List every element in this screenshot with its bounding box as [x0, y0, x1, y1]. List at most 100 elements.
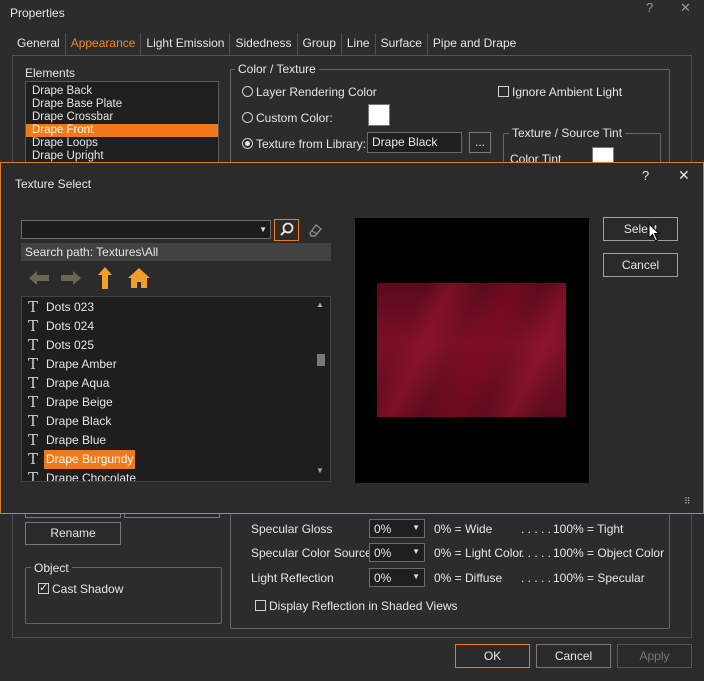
search-combo[interactable]: ▼ [21, 220, 271, 239]
tab-bar: General Appearance Light Emission Sidedn… [12, 33, 521, 55]
search-button[interactable] [274, 219, 299, 241]
texture-select-dialog: Texture Select ? ✕ ▼ Search path: Textur… [0, 162, 704, 514]
arrow-right-icon[interactable] [59, 269, 83, 287]
color-texture-legend: Color / Texture [235, 62, 319, 76]
display-reflection-label: Display Reflection in Shaded Views [269, 599, 458, 613]
scroll-down-icon[interactable]: ▼ [316, 466, 324, 475]
list-item[interactable]: T Drape Black [22, 412, 330, 431]
custom-color-label: Custom Color: [256, 111, 333, 125]
list-item[interactable]: T Drape Blue [22, 431, 330, 450]
color-tint-swatch[interactable] [592, 147, 614, 163]
texture-t-icon: T [28, 355, 39, 373]
list-item[interactable]: T Drape Beige [22, 393, 330, 412]
scroll-up-icon[interactable]: ▲ [316, 300, 324, 309]
select-button[interactable]: Select [603, 217, 678, 241]
chevron-down-icon: ▼ [412, 572, 420, 581]
list-item-label: Dots 023 [46, 300, 95, 314]
clear-search-button[interactable] [302, 219, 327, 241]
tab-line[interactable]: Line [342, 33, 376, 55]
texture-from-library-radio[interactable] [242, 138, 253, 149]
elements-label: Elements [25, 66, 76, 80]
list-item[interactable]: T Drape Amber [22, 355, 330, 374]
help-button[interactable]: ? [646, 0, 653, 15]
specular-gloss-combo[interactable]: 0% ▼ [369, 519, 425, 538]
texture-t-icon: T [28, 431, 39, 449]
list-item-selected[interactable]: T Drape Burgundy [22, 450, 330, 469]
elements-list[interactable]: Drape Back Drape Base Plate Drape Crossb… [25, 81, 219, 165]
custom-color-radio[interactable] [242, 112, 253, 123]
custom-color-swatch[interactable] [368, 104, 390, 126]
list-item-drape-base-plate[interactable]: Drape Base Plate [26, 98, 218, 111]
specular-gloss-high: 100% = Tight [553, 522, 624, 536]
texture-list-scrollbar[interactable]: ▲ ▼ [313, 298, 329, 480]
specular-color-source-value: 0% [374, 546, 392, 560]
specular-gloss-low: 0% = Wide [434, 522, 493, 536]
arrow-left-icon[interactable] [27, 269, 51, 287]
window-title: Properties [10, 6, 65, 20]
texture-name-field[interactable]: Drape Black [367, 132, 462, 153]
dialog-help-button[interactable]: ? [642, 168, 649, 183]
layer-rendering-color-radio[interactable] [242, 86, 253, 97]
list-item-label: Drape Aqua [46, 376, 110, 390]
arrow-up-icon[interactable] [97, 266, 113, 290]
resize-grip-icon[interactable]: ⠿ [684, 496, 691, 507]
list-item-label: Drape Beige [46, 395, 113, 409]
tab-surface[interactable]: Surface [376, 33, 428, 55]
light-reflection-dots: . . . . . [521, 571, 552, 585]
tab-pipe-and-drape[interactable]: Pipe and Drape [428, 33, 521, 55]
specular-gloss-label: Specular Gloss [251, 522, 333, 536]
tab-appearance[interactable]: Appearance [66, 33, 142, 55]
cast-shadow-label: Cast Shadow [52, 582, 124, 596]
object-legend: Object [31, 561, 72, 575]
texture-t-icon: T [28, 412, 39, 430]
dialog-title: Texture Select [15, 177, 92, 191]
list-item[interactable]: T Dots 023 [22, 298, 330, 317]
dialog-close-button[interactable]: ✕ [678, 167, 690, 184]
specular-color-source-combo[interactable]: 0% ▼ [369, 543, 425, 562]
light-reflection-value: 0% [374, 571, 392, 585]
nav-toolbar [21, 261, 331, 295]
specular-color-source-dots: . . . . . [521, 546, 552, 560]
texture-list[interactable]: T Dots 023 T Dots 024 T Dots 025 T Drape Amb… [21, 296, 331, 482]
list-item-label: Drape Blue [46, 433, 107, 447]
list-item[interactable]: T Drape Aqua [22, 374, 330, 393]
tab-light-emission[interactable]: Light Emission [141, 33, 231, 55]
light-reflection-low: 0% = Diffuse [434, 571, 503, 585]
list-item-drape-crossbar[interactable]: Drape Crossbar [26, 111, 218, 124]
list-item[interactable]: T Drape Chocolate [22, 469, 330, 482]
specular-color-source-high: 100% = Object Color [553, 546, 665, 560]
mouse-cursor-icon [648, 223, 661, 242]
chevron-down-icon: ▼ [259, 225, 267, 234]
rename-button[interactable]: Rename [25, 522, 121, 545]
home-icon[interactable] [127, 266, 151, 290]
list-item[interactable]: T Dots 024 [22, 317, 330, 336]
list-item-label: Drape Burgundy [44, 450, 136, 469]
list-item-drape-loops[interactable]: Drape Loops [26, 137, 218, 150]
texture-t-icon: T [28, 469, 39, 482]
texture-t-icon: T [28, 336, 39, 354]
cancel-button[interactable]: Cancel [536, 644, 611, 668]
texture-t-icon: T [28, 317, 39, 335]
specular-color-source-label: Specular Color Source [251, 546, 372, 560]
display-reflection-checkbox[interactable] [255, 600, 266, 611]
cast-shadow-checkbox[interactable] [38, 581, 49, 594]
texture-t-icon: T [28, 450, 39, 468]
ok-button[interactable]: OK [455, 644, 530, 668]
tab-group[interactable]: Group [298, 33, 342, 55]
close-button[interactable]: ✕ [680, 0, 691, 16]
list-item[interactable]: T Dots 025 [22, 336, 330, 355]
scroll-thumb[interactable] [317, 354, 325, 366]
texture-t-icon: T [28, 298, 39, 316]
apply-button[interactable]: Apply [617, 644, 692, 668]
search-path: Search path: Textures\All [21, 243, 331, 261]
tab-sidedness[interactable]: Sidedness [230, 33, 298, 55]
list-item-drape-front[interactable]: Drape Front [26, 124, 218, 137]
dialog-cancel-button[interactable]: Cancel [603, 253, 678, 277]
tab-general[interactable]: General [12, 33, 66, 55]
list-item-label: Dots 025 [46, 338, 95, 352]
texture-browse-button[interactable]: ... [469, 132, 491, 153]
list-item-label: Drape Amber [46, 357, 117, 371]
list-item-drape-back[interactable]: Drape Back [26, 85, 218, 98]
light-reflection-combo[interactable]: 0% ▼ [369, 568, 425, 587]
ignore-ambient-light-checkbox[interactable] [498, 86, 509, 97]
